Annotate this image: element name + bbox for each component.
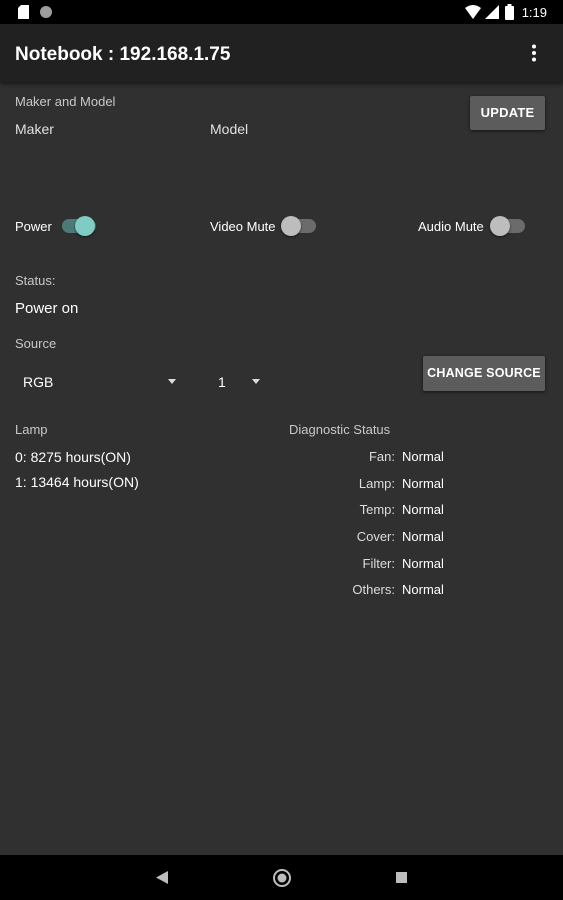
status-value: Power on [15, 300, 79, 317]
source-type-selected: RGB [23, 374, 54, 390]
source-label: Source [15, 336, 57, 351]
source-type-dropdown[interactable]: RGB [15, 368, 185, 396]
audio-mute-label: Audio Mute [418, 219, 484, 234]
model-label: Model [210, 121, 249, 137]
battery-icon [505, 4, 514, 20]
video-mute-switch[interactable] [280, 215, 316, 237]
home-icon[interactable] [273, 869, 291, 887]
power-label: Power [15, 219, 52, 234]
diag-others-label: Others: [352, 582, 395, 597]
diag-lamp-label: Lamp: [358, 476, 395, 491]
power-switch[interactable] [60, 215, 96, 237]
video-mute-label: Video Mute [210, 219, 276, 234]
source-number-selected: 1 [218, 374, 226, 390]
diag-filter-value: Normal [402, 556, 444, 571]
sim-card-icon [18, 5, 29, 19]
status-time: 1:19 [521, 5, 547, 20]
notification-dot-icon [40, 6, 52, 18]
recents-icon[interactable] [396, 872, 407, 883]
page-title: Notebook : 192.168.1.75 [15, 44, 231, 65]
diag-filter-label: Filter: [362, 556, 396, 571]
video-mute-switch-thumb [281, 216, 301, 236]
maker-label: Maker [15, 121, 54, 137]
diag-cover-label: Cover: [356, 529, 395, 544]
diagnostic-label: Diagnostic Status [289, 422, 391, 437]
wifi-icon [465, 5, 481, 19]
power-switch-thumb [75, 216, 95, 236]
audio-mute-switch-thumb [490, 216, 510, 236]
diag-others-value: Normal [402, 582, 444, 597]
diag-fan-label: Fan: [368, 449, 395, 464]
audio-mute-switch[interactable] [489, 215, 525, 237]
status-bar: 1:19 [0, 0, 563, 24]
change-source-button[interactable]: CHANGE SOURCE [423, 356, 545, 391]
chevron-down-icon [252, 379, 260, 384]
diag-temp-label: Temp: [359, 502, 395, 517]
source-number-dropdown[interactable]: 1 [210, 368, 270, 396]
status-label: Status: [15, 273, 56, 288]
lamp-label: Lamp [15, 422, 48, 437]
lamp-entry: 0: 8275 hours(ON) [15, 449, 131, 465]
update-button[interactable]: UPDATE [470, 96, 545, 130]
diag-temp-value: Normal [402, 502, 444, 517]
diag-lamp-value: Normal [402, 476, 444, 491]
overflow-menu-icon[interactable] [531, 44, 537, 62]
diag-fan-value: Normal [402, 449, 444, 464]
back-icon[interactable] [156, 871, 168, 884]
diag-cover-value: Normal [402, 529, 444, 544]
navigation-bar [0, 855, 563, 900]
maker-model-label: Maker and Model [15, 94, 116, 109]
signal-icon [485, 5, 499, 19]
lamp-entry: 1: 13464 hours(ON) [15, 474, 139, 490]
chevron-down-icon [168, 379, 176, 384]
